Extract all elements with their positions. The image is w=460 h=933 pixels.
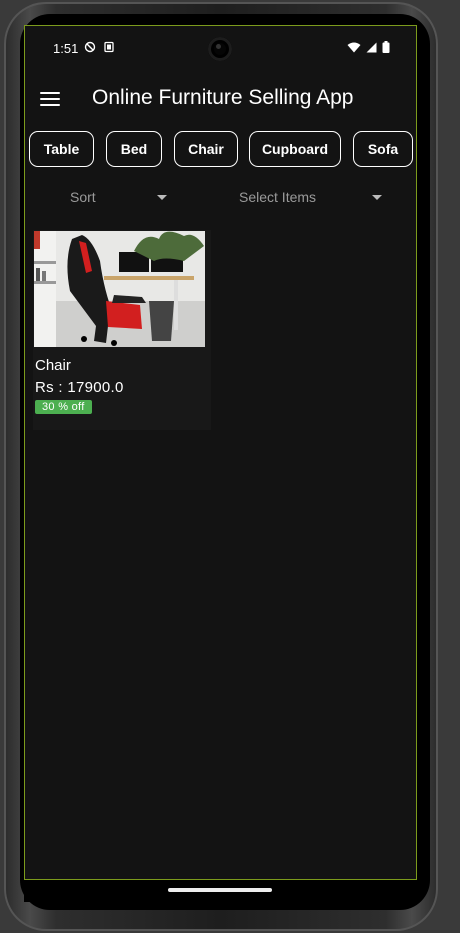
sort-label: Sort bbox=[70, 189, 96, 205]
data-saver-icon bbox=[84, 41, 96, 53]
status-left-icons bbox=[84, 41, 115, 53]
product-name: Chair bbox=[35, 357, 71, 374]
app-title: Online Furniture Selling App bbox=[92, 86, 354, 109]
home-indicator[interactable] bbox=[168, 888, 272, 892]
screenshot-icon bbox=[104, 41, 114, 53]
category-chips: Table Bed Chair Cupboard Sofa bbox=[0, 131, 460, 169]
select-items-label: Select Items bbox=[239, 189, 317, 205]
status-time: 1:51 bbox=[53, 41, 79, 56]
category-chip-cupboard[interactable]: Cupboard bbox=[249, 131, 341, 167]
category-chip-bed[interactable]: Bed bbox=[106, 131, 162, 167]
category-chip-sofa[interactable]: Sofa bbox=[353, 131, 413, 167]
select-items-dropdown[interactable]: Select Items bbox=[230, 187, 390, 207]
hamburger-menu-icon[interactable] bbox=[40, 92, 60, 106]
product-image bbox=[34, 231, 205, 347]
battery-icon bbox=[382, 41, 390, 53]
product-price: Rs : 17900.0 bbox=[35, 379, 124, 396]
caret-down-icon bbox=[157, 195, 167, 200]
category-chip-chair[interactable]: Chair bbox=[174, 131, 238, 167]
caret-down-icon bbox=[372, 195, 382, 200]
category-chip-table[interactable]: Table bbox=[29, 131, 94, 167]
cellular-signal-icon bbox=[366, 42, 377, 52]
front-camera bbox=[208, 37, 232, 61]
sort-dropdown[interactable]: Sort bbox=[30, 187, 170, 207]
product-card[interactable]: Chair Rs : 17900.0 30 % off bbox=[33, 230, 211, 430]
status-right-icons bbox=[347, 41, 390, 53]
wifi-icon bbox=[347, 42, 361, 52]
discount-badge: 30 % off bbox=[35, 400, 92, 414]
